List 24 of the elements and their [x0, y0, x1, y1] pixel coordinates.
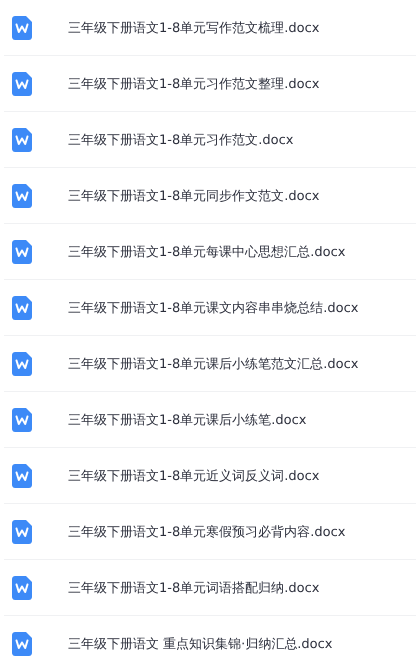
file-name[interactable]: 三年级下册语文1-8单元习作范文整理.docx: [68, 74, 320, 92]
document-icon: [12, 296, 32, 320]
file-name[interactable]: 三年级下册语文1-8单元每课中心思想汇总.docx: [68, 242, 346, 260]
file-name[interactable]: 三年级下册语文1-8单元寒假预习必背内容.docx: [68, 522, 346, 540]
document-icon: [12, 184, 32, 208]
document-icon: [12, 240, 32, 264]
document-icon: [12, 16, 32, 40]
file-name[interactable]: 三年级下册语文1-8单元同步作文范文.docx: [68, 186, 320, 204]
file-name[interactable]: 三年级下册语文1-8单元课后小练笔.docx: [68, 410, 306, 428]
file-name[interactable]: 三年级下册语文1-8单元习作范文.docx: [68, 130, 294, 148]
document-icon: [12, 576, 32, 600]
document-icon: [12, 464, 32, 488]
document-icon: [12, 520, 32, 544]
document-icon: [12, 408, 32, 432]
file-name[interactable]: 三年级下册语文1-8单元课后小练笔范文汇总.docx: [68, 354, 358, 372]
document-icon: [12, 72, 32, 96]
document-icon: [12, 128, 32, 152]
document-icon: [12, 352, 32, 376]
file-name[interactable]: 三年级下册语文1-8单元写作范文梳理.docx: [68, 18, 320, 36]
file-name[interactable]: 三年级下册语文1-8单元词语搭配归纳.docx: [68, 578, 320, 596]
file-name[interactable]: 三年级下册语文1-8单元近义词反义词.docx: [68, 466, 320, 484]
file-name[interactable]: 三年级下册语文 重点知识集锦·归纳汇总.docx: [68, 634, 332, 652]
file-name[interactable]: 三年级下册语文1-8单元课文内容串串烧总结.docx: [68, 298, 358, 316]
document-icon: [12, 632, 32, 656]
